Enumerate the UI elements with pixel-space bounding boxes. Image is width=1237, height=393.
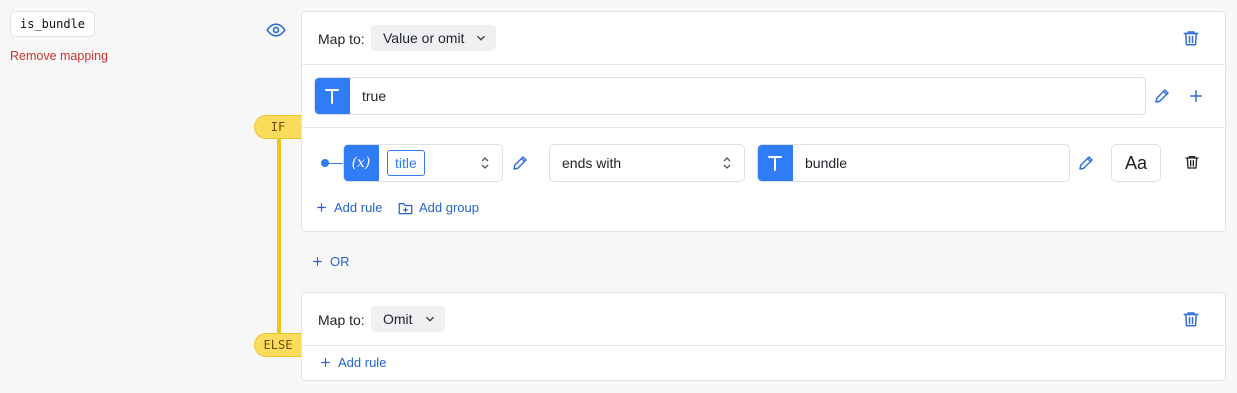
operand-text: bundle bbox=[805, 155, 848, 171]
if-mapping-card: Map to: Value or omit true (x) title end… bbox=[301, 11, 1226, 232]
trash-icon[interactable] bbox=[1182, 29, 1200, 47]
map-to-value: Value or omit bbox=[383, 30, 465, 46]
plus-icon[interactable] bbox=[1187, 87, 1205, 105]
value-input[interactable]: true bbox=[314, 77, 1146, 115]
value-input-text: true bbox=[362, 88, 387, 104]
add-group-label: Add group bbox=[419, 200, 479, 215]
map-to-label: Map to: bbox=[318, 312, 365, 328]
operand-input[interactable]: bundle bbox=[757, 144, 1070, 182]
field-name-chip: is_bundle bbox=[10, 11, 96, 37]
updown-icon bbox=[481, 157, 489, 169]
text-type-icon bbox=[758, 145, 793, 181]
text-type-icon bbox=[315, 78, 350, 114]
trash-icon[interactable] bbox=[1184, 154, 1200, 170]
plus-icon bbox=[321, 358, 330, 367]
add-rule-button[interactable]: Add rule bbox=[315, 200, 382, 215]
add-or-button[interactable]: OR bbox=[311, 254, 350, 269]
add-rule-label: Add rule bbox=[338, 355, 387, 370]
or-label: OR bbox=[330, 254, 350, 269]
pencil-icon[interactable] bbox=[1153, 87, 1171, 105]
operator-select[interactable]: ends with bbox=[549, 144, 745, 182]
map-to-select[interactable]: Value or omit bbox=[371, 25, 497, 51]
map-to-value: Omit bbox=[383, 311, 413, 327]
header-divider bbox=[302, 64, 1225, 65]
case-sensitivity-button[interactable]: Aa bbox=[1111, 144, 1161, 182]
add-rule-button[interactable]: Add rule bbox=[319, 355, 386, 370]
rule-connector-line bbox=[327, 163, 343, 164]
pencil-icon[interactable] bbox=[511, 154, 529, 172]
variable-select[interactable]: (x) title bbox=[343, 144, 503, 182]
operator-value: ends with bbox=[562, 155, 622, 171]
map-to-label: Map to: bbox=[318, 31, 365, 47]
trash-icon[interactable] bbox=[1182, 310, 1200, 328]
else-badge: ELSE bbox=[254, 333, 302, 357]
updown-icon bbox=[723, 157, 731, 169]
map-to-select[interactable]: Omit bbox=[371, 306, 445, 332]
add-rule-label: Add rule bbox=[334, 200, 383, 215]
variable-icon: (x) bbox=[344, 145, 379, 181]
remove-mapping-link[interactable]: Remove mapping bbox=[10, 49, 108, 63]
else-mapping-card: Map to: Omit Add rule bbox=[301, 292, 1226, 381]
eye-icon[interactable] bbox=[266, 20, 286, 40]
chevron-down-icon bbox=[477, 35, 486, 41]
chevron-down-icon bbox=[425, 316, 434, 322]
plus-icon bbox=[313, 257, 322, 266]
plus-icon bbox=[317, 203, 326, 212]
pencil-icon[interactable] bbox=[1077, 154, 1095, 172]
value-divider bbox=[302, 127, 1225, 128]
if-badge: IF bbox=[254, 115, 302, 139]
folder-plus-icon bbox=[398, 202, 413, 214]
if-else-connector bbox=[277, 128, 281, 346]
add-group-button[interactable]: Add group bbox=[398, 200, 479, 215]
variable-tag: title bbox=[387, 150, 425, 176]
header-divider bbox=[302, 345, 1225, 346]
